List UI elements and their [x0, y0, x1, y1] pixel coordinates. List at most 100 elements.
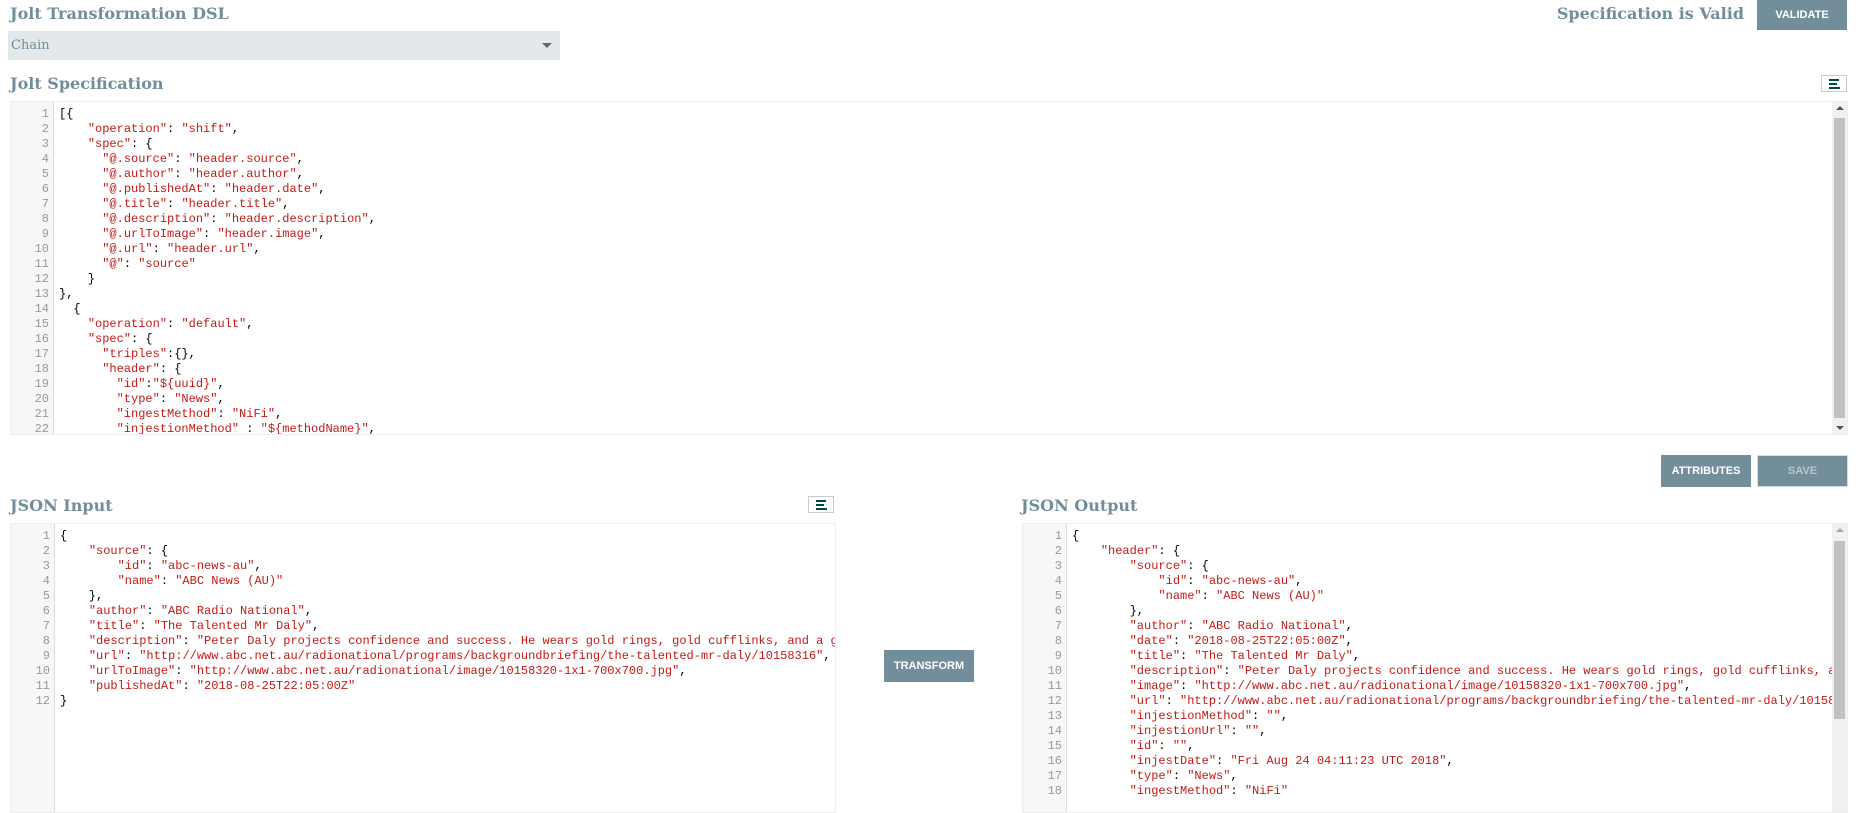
scroll-thumb[interactable]: [1834, 541, 1845, 719]
code-line: 14 "injestionUrl": "",: [1023, 724, 1831, 739]
code-line: 11 "publishedAt": "2018-08-25T22:05:00Z": [11, 679, 819, 694]
json-input-editor[interactable]: 1{2 "source": {3 "id": "abc-news-au", 4 "…: [10, 523, 836, 813]
code-text: "@.author": "header.author",: [102, 167, 304, 181]
scrollbar[interactable]: [1832, 524, 1847, 812]
line-number: 17: [34, 347, 49, 361]
line-number: 9: [1054, 649, 1062, 663]
dsl-title: Jolt Transformation DSL: [10, 4, 229, 23]
spec-editor[interactable]: 1[{2 "operation": "shift", 3 "spec": {4 "…: [10, 101, 1848, 435]
code-text: "id":"${uuid}",: [116, 377, 225, 391]
code-text: "source": {: [88, 544, 169, 558]
code-line: 2 "header": {: [1023, 544, 1831, 559]
code-line: 3 "source": {: [1023, 559, 1831, 574]
code-line: 3 "spec": {: [11, 137, 1831, 152]
code-text: "ingestMethod": "NiFi": [1129, 784, 1289, 798]
format-spec-button[interactable]: [1821, 75, 1847, 92]
dsl-select[interactable]: Chain: [8, 31, 560, 60]
line-number: 21: [34, 407, 49, 421]
code-line: 10 "@.url": "header.url",: [11, 242, 1831, 257]
line-number: 12: [34, 272, 49, 286]
code-text: "name": "ABC News (AU)": [117, 574, 284, 588]
spec-status: Specification is Valid: [1556, 4, 1744, 23]
code-line: 8 "date": "2018-08-25T22:05:00Z",: [1023, 634, 1831, 649]
code-text: "description": "Peter Daly projects conf…: [1129, 664, 1843, 678]
line-number: 8: [1054, 634, 1062, 648]
code-line: 18 "ingestMethod": "NiFi": [1023, 784, 1831, 799]
line-number: 17: [1047, 769, 1062, 783]
code-line: 6 },: [1023, 604, 1831, 619]
code-line: 12 "url": "http://www.abc.net.au/radiona…: [1023, 694, 1836, 709]
chevron-down-icon: [542, 43, 552, 48]
line-number: 8: [42, 634, 50, 648]
code-line: 16 "injestDate": "Fri Aug 24 04:11:23 UT…: [1023, 754, 1831, 769]
code-text: "name": "ABC News (AU)": [1158, 589, 1325, 603]
scroll-up-icon[interactable]: [1836, 528, 1844, 532]
scroll-up-icon[interactable]: [1836, 106, 1844, 110]
code-text: "date": "2018-08-25T22:05:00Z",: [1129, 634, 1353, 648]
code-text: "title": "The Talented Mr Daly",: [1129, 649, 1361, 663]
line-number: 4: [42, 574, 50, 588]
code-line: 5 "@.author": "header.author",: [11, 167, 1831, 182]
line-number: 1: [42, 529, 50, 543]
code-line: 14 {: [11, 302, 1831, 317]
validate-button[interactable]: VALIDATE: [1757, 0, 1847, 30]
json-output-editor[interactable]: 1{2 "header": {3 "source": {4 "id": "abc…: [1022, 523, 1848, 813]
code-text: "urlToImage": "http://www.abc.net.au/rad…: [88, 664, 687, 678]
code-text: "url": "http://www.abc.net.au/radionatio…: [1129, 694, 1836, 708]
save-button[interactable]: SAVE: [1757, 455, 1848, 487]
line-number: 2: [1054, 544, 1062, 558]
code-text: },: [60, 589, 104, 603]
code-line: 3 "id": "abc-news-au",: [11, 559, 819, 574]
code-line: 4 "id": "abc-news-au",: [1023, 574, 1831, 589]
code-line: 19 "id":"${uuid}",: [11, 377, 1831, 392]
scrollbar[interactable]: [1832, 102, 1847, 434]
code-text: "triples":{},: [102, 347, 196, 361]
code-text: "source": {: [1129, 559, 1209, 573]
transform-button[interactable]: TRANSFORM: [884, 650, 974, 682]
code-text: "@.publishedAt": "header.date",: [102, 182, 326, 196]
line-number: 3: [42, 559, 50, 573]
code-line: 13},: [11, 287, 1831, 302]
code-text: "id": "abc-news-au",: [1158, 574, 1303, 588]
line-number: 6: [42, 604, 50, 618]
code-line: 5 "name": "ABC News (AU)": [1023, 589, 1831, 604]
attributes-button[interactable]: ATTRIBUTES: [1661, 455, 1751, 487]
code-text: },: [1072, 604, 1145, 618]
code-text: "header": {: [1100, 544, 1181, 558]
code-text: [{: [59, 107, 74, 121]
code-line: 15 "id": "",: [1023, 739, 1831, 754]
code-text: },: [59, 287, 74, 301]
line-number: 5: [1054, 589, 1062, 603]
line-number: 3: [41, 137, 49, 151]
line-number: 14: [1047, 724, 1062, 738]
line-number: 5: [41, 167, 49, 181]
line-number: 8: [41, 212, 49, 226]
code-line: 6 "@.publishedAt": "header.date",: [11, 182, 1831, 197]
line-number: 22: [34, 422, 49, 435]
code-line: 20 "type": "News",: [11, 392, 1831, 407]
code-line: 2 "operation": "shift",: [11, 122, 1831, 137]
code-line: 9 "@.urlToImage": "header.image",: [11, 227, 1831, 242]
code-line: 9 "title": "The Talented Mr Daly",: [1023, 649, 1831, 664]
code-line: 7 "@.title": "header.title",: [11, 197, 1831, 212]
line-number: 6: [41, 182, 49, 196]
code-line: 1{: [11, 529, 819, 544]
scroll-thumb[interactable]: [1834, 118, 1845, 418]
code-text: "@.urlToImage": "header.image",: [102, 227, 326, 241]
code-text: "image": "http://www.abc.net.au/radionat…: [1129, 679, 1692, 693]
line-number: 10: [35, 664, 50, 678]
line-number: 11: [1047, 679, 1062, 693]
code-line: 11 "image": "http://www.abc.net.au/radio…: [1023, 679, 1831, 694]
line-number: 18: [1047, 784, 1062, 798]
line-number: 9: [42, 649, 50, 663]
line-number: 20: [34, 392, 49, 406]
scroll-down-icon[interactable]: [1836, 426, 1844, 430]
code-text: "type": "News",: [116, 392, 225, 406]
line-number: 7: [41, 197, 49, 211]
line-number: 12: [35, 694, 50, 708]
code-line: 7 "title": "The Talented Mr Daly",: [11, 619, 819, 634]
code-text: "injestDate": "Fri Aug 24 04:11:23 UTC 2…: [1129, 754, 1454, 768]
format-input-button[interactable]: [808, 496, 834, 513]
line-number: 11: [35, 679, 50, 693]
code-text: "type": "News",: [1129, 769, 1238, 783]
